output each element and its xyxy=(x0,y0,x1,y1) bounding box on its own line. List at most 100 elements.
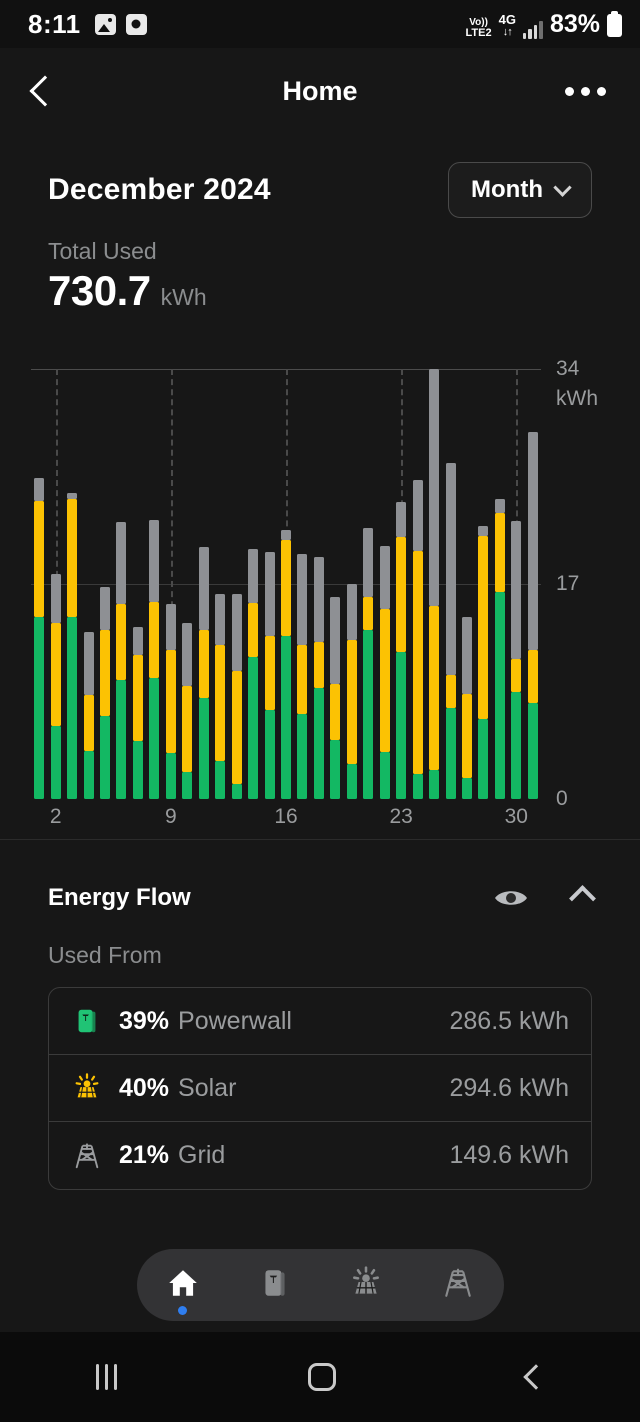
volte-icon: Vo)) LTE2 xyxy=(465,16,492,39)
chart-bar[interactable] xyxy=(297,553,308,799)
status-right-icons: Vo)) LTE2 4G ↓↑ 83% xyxy=(466,10,622,39)
chevron-up-icon[interactable] xyxy=(569,884,596,912)
grid-icon xyxy=(71,1140,103,1172)
energy-flow-title: Energy Flow xyxy=(48,884,191,911)
energy-chart[interactable]: 34 17 0 kWh 2 9 16 23 30 xyxy=(0,357,640,828)
used-from-energy: 294.6 kWh xyxy=(449,1073,569,1102)
app-header: Home xyxy=(0,48,640,134)
chart-bar[interactable] xyxy=(34,477,45,799)
chart-bar-segment-powerwall xyxy=(313,687,324,799)
used-from-row[interactable]: 39% Powerwall 286.5 kWh xyxy=(49,988,591,1055)
period-selector-button[interactable]: Month xyxy=(448,162,592,218)
chart-bar[interactable] xyxy=(346,584,357,799)
chart-bar-segment-solar xyxy=(182,686,193,773)
chart-bar-segment-grid xyxy=(297,553,308,645)
chart-bar-segment-powerwall xyxy=(396,652,407,799)
chart-bar[interactable] xyxy=(363,528,374,799)
chart-bar-segment-powerwall xyxy=(34,616,45,799)
status-bar: 8:11 Vo)) LTE2 4G ↓↑ 83% xyxy=(0,0,640,48)
chart-bar[interactable] xyxy=(281,529,291,799)
chart-bar[interactable] xyxy=(231,594,242,799)
chart-bar[interactable] xyxy=(67,492,78,799)
chart-bar[interactable] xyxy=(149,519,160,799)
chart-bar-segment-grid xyxy=(429,369,440,606)
chart-y-tick: 17 xyxy=(556,572,580,595)
chart-bar[interactable] xyxy=(198,547,209,799)
chart-bar[interactable] xyxy=(100,586,111,799)
chart-bar-segment-powerwall xyxy=(264,710,275,799)
photo-icon xyxy=(94,13,116,35)
bottom-tab-bar[interactable] xyxy=(137,1249,504,1321)
chart-bar[interactable] xyxy=(248,548,259,799)
chart-bar-segment-solar xyxy=(445,675,456,708)
volte-top-label: Vo)) xyxy=(469,16,488,28)
battery-icon xyxy=(607,10,622,37)
chart-bar-segment-grid xyxy=(248,548,259,603)
chart-bar[interactable] xyxy=(182,623,193,799)
tab-grid[interactable] xyxy=(412,1249,504,1321)
chart-y-tick: 34 xyxy=(556,357,580,380)
chart-bar-segment-solar xyxy=(429,605,440,770)
chart-bar-segment-grid xyxy=(182,623,193,687)
total-used-unit: kWh xyxy=(160,284,207,310)
chart-bar[interactable] xyxy=(264,552,275,799)
section-divider xyxy=(0,839,640,840)
signal-strength-icon xyxy=(522,20,543,39)
period-row: December 2024 Month xyxy=(0,162,640,218)
chart-bar[interactable] xyxy=(527,432,538,799)
chart-bar[interactable] xyxy=(379,546,390,799)
chart-bar[interactable] xyxy=(313,557,324,799)
chart-bar[interactable] xyxy=(50,573,61,799)
chart-bar[interactable] xyxy=(445,462,456,799)
used-from-row[interactable]: 40% Solar 294.6 kWh xyxy=(49,1055,591,1122)
chart-bar-segment-grid xyxy=(231,594,242,672)
chart-bar[interactable] xyxy=(83,632,94,799)
tab-solar[interactable] xyxy=(321,1249,413,1321)
chart-bar[interactable] xyxy=(165,604,176,799)
chart-bar-segment-solar xyxy=(215,644,226,762)
chart-bar[interactable] xyxy=(478,525,489,799)
chart-bar-segment-powerwall xyxy=(231,783,242,799)
data-arrows-icon: ↓↑ xyxy=(502,25,513,38)
tab-home[interactable] xyxy=(137,1249,229,1321)
chart-bar-segment-solar xyxy=(297,644,308,715)
home-square-icon[interactable] xyxy=(307,1363,336,1391)
chart-bar[interactable] xyxy=(215,594,226,799)
chart-bar-segment-solar xyxy=(264,635,275,711)
chart-bar-segment-powerwall xyxy=(100,715,111,799)
chart-bar-segment-powerwall xyxy=(330,739,341,799)
chart-bar-segment-solar xyxy=(83,695,94,751)
chart-bar-segment-powerwall xyxy=(527,702,538,799)
chart-bar-segment-solar xyxy=(330,683,341,740)
page-title: Home xyxy=(282,75,358,106)
chart-bar[interactable] xyxy=(116,522,127,799)
chart-x-tick: 2 xyxy=(49,805,62,828)
chart-bar-segment-solar xyxy=(67,499,78,617)
chart-bar[interactable] xyxy=(330,596,341,799)
volte-bottom-label: LTE2 xyxy=(465,26,492,39)
used-from-energy: 286.5 kWh xyxy=(449,1006,569,1035)
chart-bar-segment-grid xyxy=(83,632,94,696)
chart-bar[interactable] xyxy=(412,480,423,799)
back-icon[interactable] xyxy=(522,1364,549,1390)
chart-bar[interactable] xyxy=(494,499,505,799)
chart-bar[interactable] xyxy=(461,616,472,799)
chart-bar-segment-powerwall xyxy=(281,635,291,799)
powerwall-icon xyxy=(71,1005,103,1037)
total-used-label: Total Used xyxy=(48,238,157,264)
chart-bar[interactable] xyxy=(429,369,440,799)
chart-bar-segment-powerwall xyxy=(83,750,94,799)
grid-icon xyxy=(441,1266,475,1305)
eye-icon[interactable] xyxy=(493,887,529,909)
more-options-icon[interactable] xyxy=(565,86,606,96)
chart-bar[interactable] xyxy=(396,501,407,799)
used-from-row[interactable]: 21% Grid 149.6 kWh xyxy=(49,1122,591,1189)
chart-bar-segment-grid xyxy=(132,627,143,655)
used-from-percent: 39% xyxy=(119,1006,170,1035)
tab-powerwall[interactable] xyxy=(229,1249,321,1321)
chart-bar[interactable] xyxy=(132,627,143,799)
period-label: December 2024 xyxy=(48,173,271,206)
chart-x-tick: 9 xyxy=(164,805,177,828)
chart-bar[interactable] xyxy=(511,520,522,799)
recents-icon[interactable] xyxy=(95,1364,117,1390)
